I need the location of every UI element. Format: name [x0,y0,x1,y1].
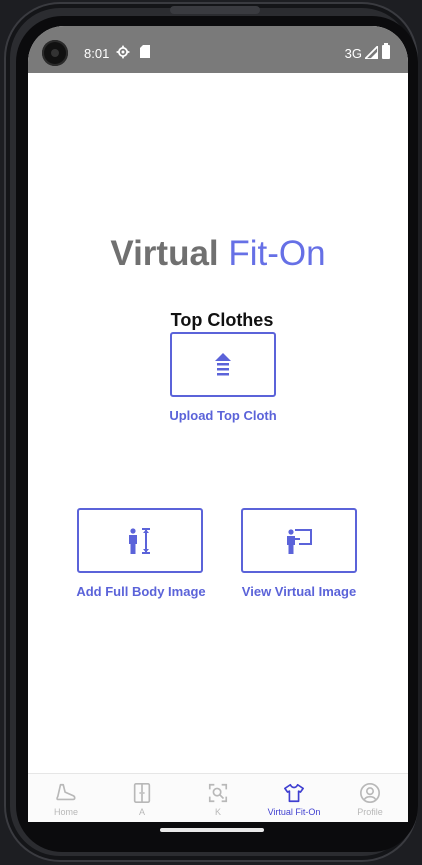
signal-icon [365,46,378,59]
status-time: 8:01 [84,46,110,61]
nav-item-k[interactable]: K [180,774,256,822]
sd-card-icon [140,45,150,58]
upload-top-cloth-button[interactable] [170,332,276,397]
bottom-navigation: Home A K Virtual Fit-On Profile [28,773,408,822]
scan-search-icon [208,783,228,803]
phone-frame: 8:01 3G Virtual Fit-On Top Clothes Uploa… [4,2,418,862]
upload-icon [215,352,231,375]
nav-label-a: A [138,807,145,817]
camera-icon [42,40,68,66]
nav-item-profile[interactable]: Profile [332,774,408,822]
battery-icon [382,43,390,59]
section-label-top-clothes: Top Clothes [170,310,274,330]
page-title: Virtual Fit-On [28,234,408,274]
wardrobe-icon [133,783,151,803]
view-virtual-image-link[interactable]: View Virtual Image [224,584,374,599]
app-screen: 8:01 3G Virtual Fit-On Top Clothes Uploa… [28,26,408,822]
gear-icon [116,45,130,59]
nav-item-virtual-fit-on[interactable]: Virtual Fit-On [256,774,332,822]
profile-icon [360,783,380,803]
home-gesture-bar[interactable] [160,828,264,832]
nav-label-virtual-fit-on: Virtual Fit-On [267,807,321,817]
nav-label-profile: Profile [357,807,383,817]
presentation-icon [287,528,312,554]
title-light: Fit-On [228,234,326,273]
top-notch [170,6,260,14]
add-full-body-image-button[interactable] [77,508,203,573]
nav-label-home: Home [53,807,78,817]
view-virtual-image-button[interactable] [241,508,357,573]
shoe-icon [56,783,76,801]
nav-item-home[interactable]: Home [28,774,104,822]
status-bar: 8:01 3G [28,26,408,73]
person-height-icon [129,527,150,554]
title-bold: Virtual [110,234,219,273]
upload-top-cloth-link[interactable]: Upload Top Cloth [148,408,298,423]
nav-item-a[interactable]: A [104,774,180,822]
network-type: 3G [344,46,362,61]
tshirt-icon [284,783,304,803]
add-full-body-image-link[interactable]: Add Full Body Image [66,584,216,599]
nav-label-k: K [214,807,221,817]
